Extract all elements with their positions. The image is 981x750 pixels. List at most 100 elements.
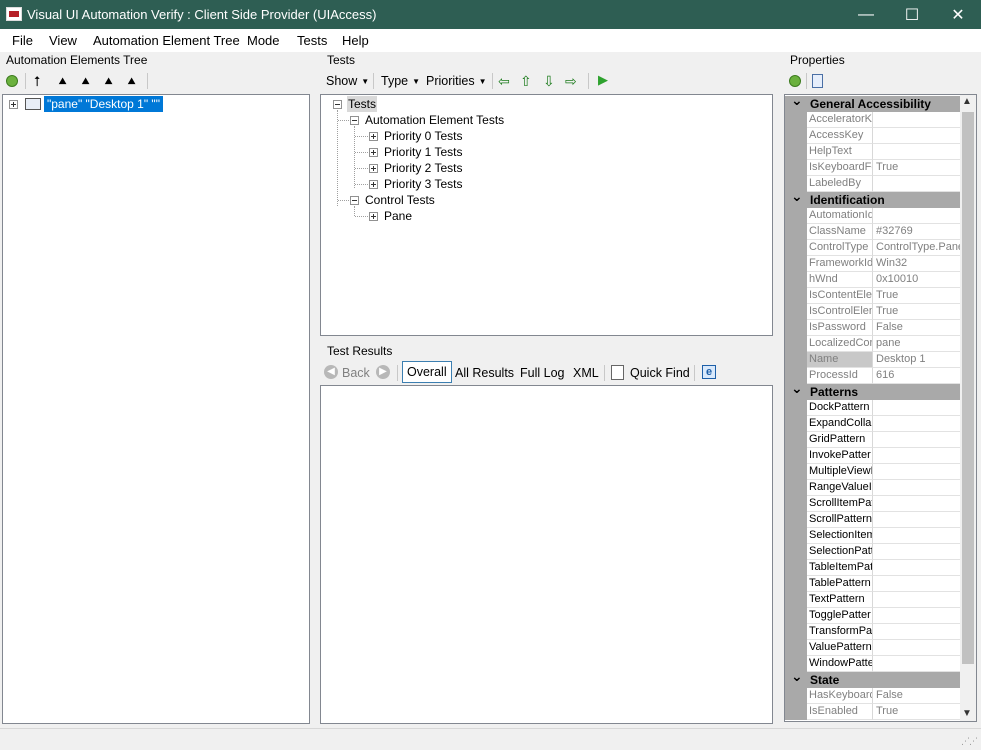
expand-icon[interactable] — [369, 180, 378, 189]
quick-find-button[interactable]: Quick Find — [630, 365, 690, 381]
tree-node-pane[interactable]: Pane — [384, 208, 412, 224]
internet-explorer-icon[interactable]: e — [702, 365, 716, 379]
quick-find-icon[interactable] — [611, 365, 624, 380]
property-row[interactable]: ValuePattern — [785, 640, 961, 656]
scroll-up-icon[interactable]: ▲ — [962, 96, 972, 107]
property-row[interactable]: ProcessId 616 — [785, 368, 961, 384]
priorities-dropdown[interactable]: Priorities ▼ — [426, 73, 487, 89]
property-row[interactable]: ScrollPattern — [785, 512, 961, 528]
expand-icon[interactable] — [369, 212, 378, 221]
collapse-category-icon[interactable]: ⌄ — [791, 188, 803, 205]
property-row[interactable]: DockPattern — [785, 400, 961, 416]
property-row[interactable]: TableItemPat — [785, 560, 961, 576]
go-parent-icon[interactable]: ⭡ — [34, 74, 41, 88]
full-log-tab[interactable]: Full Log — [520, 365, 564, 381]
collapse-category-icon[interactable]: ⌄ — [791, 380, 803, 397]
scroll-down-icon[interactable]: ▼ — [962, 708, 972, 719]
property-row[interactable]: AccessKey — [785, 128, 961, 144]
property-row[interactable]: WindowPatte — [785, 656, 961, 672]
all-results-tab[interactable]: All Results — [455, 365, 514, 381]
menu-tests[interactable]: Tests — [297, 33, 327, 48]
show-dropdown[interactable]: Show ▼ — [326, 73, 369, 89]
menu-file[interactable]: File — [12, 33, 33, 48]
property-row[interactable]: IsContentEle True — [785, 288, 961, 304]
scrollbar-thumb[interactable] — [962, 112, 974, 664]
run-icon[interactable]: ▶ — [598, 73, 608, 87]
resize-grip-icon[interactable]: ⋰⋰ — [961, 736, 978, 747]
property-row[interactable]: SelectionItem — [785, 528, 961, 544]
tree-node-tests[interactable]: Tests — [347, 96, 378, 112]
property-row[interactable]: TablePattern — [785, 576, 961, 592]
property-row[interactable]: AcceleratorK — [785, 112, 961, 128]
collapse-category-icon[interactable]: ⌄ — [791, 668, 803, 685]
back-icon[interactable]: ◀ — [324, 365, 338, 379]
property-row[interactable]: Name Desktop 1 — [785, 352, 961, 368]
property-row[interactable]: TextPattern — [785, 592, 961, 608]
refresh-icon[interactable] — [6, 75, 18, 87]
property-pages-icon[interactable] — [812, 74, 823, 88]
property-row[interactable]: AutomationId — [785, 208, 961, 224]
left-arrow-icon[interactable]: ⇦ — [498, 74, 510, 88]
property-row[interactable]: IsEnabled True — [785, 704, 961, 720]
menu-mode[interactable]: Mode — [247, 33, 280, 48]
property-row[interactable]: ClassName #32769 — [785, 224, 961, 240]
automation-elements-tree[interactable]: "pane" "Desktop 1" "" — [2, 94, 310, 724]
property-row[interactable]: SelectionPatt — [785, 544, 961, 560]
xml-tab[interactable]: XML — [573, 365, 599, 381]
maximize-button[interactable]: ☐ — [889, 0, 935, 29]
property-row[interactable]: LabeledBy — [785, 176, 961, 192]
tree-node-priority-0[interactable]: Priority 0 Tests — [384, 128, 462, 144]
tree-node-automation-element-tests[interactable]: Automation Element Tests — [365, 112, 504, 128]
go-first-child-icon[interactable]: ⯅ — [57, 74, 68, 88]
tests-tree[interactable]: Tests Automation Element Tests Priority … — [320, 94, 773, 336]
expand-icon[interactable] — [369, 148, 378, 157]
collapse-category-icon[interactable]: ⌄ — [791, 95, 803, 109]
collapse-icon[interactable] — [350, 196, 359, 205]
property-row[interactable]: HasKeyboard False — [785, 688, 961, 704]
property-row[interactable]: GridPattern — [785, 432, 961, 448]
expand-icon[interactable] — [369, 132, 378, 141]
property-row[interactable]: ExpandCollap — [785, 416, 961, 432]
tree-node-priority-1[interactable]: Priority 1 Tests — [384, 144, 462, 160]
tree-node-priority-3[interactable]: Priority 3 Tests — [384, 176, 462, 192]
property-category[interactable]: ⌄ Patterns — [785, 380, 961, 400]
property-row[interactable]: IsPassword False — [785, 320, 961, 336]
property-row[interactable]: TogglePatter — [785, 608, 961, 624]
property-row[interactable]: LocalizedCor pane — [785, 336, 961, 352]
right-arrow-icon[interactable]: ⇨ — [565, 74, 577, 88]
expand-icon[interactable] — [369, 164, 378, 173]
tree-node-priority-2[interactable]: Priority 2 Tests — [384, 160, 462, 176]
type-dropdown[interactable]: Type ▼ — [381, 73, 420, 89]
go-last-child-icon[interactable]: ⯅ — [126, 74, 137, 88]
close-button[interactable]: ✕ — [935, 0, 981, 29]
property-grid[interactable]: ⌄ General Accessibility AcceleratorK Access… — [784, 94, 977, 722]
property-row[interactable]: ControlType ControlType.Pane — [785, 240, 961, 256]
tree-node-desktop[interactable]: "pane" "Desktop 1" "" — [44, 96, 163, 112]
property-row[interactable]: MultipleViewI — [785, 464, 961, 480]
property-category[interactable]: ⌄ Identification — [785, 188, 961, 208]
menu-view[interactable]: View — [49, 33, 77, 48]
property-row[interactable]: hWnd 0x10010 — [785, 272, 961, 288]
property-row[interactable]: InvokePatter — [785, 448, 961, 464]
minimize-button[interactable]: — — [843, 0, 889, 29]
property-category[interactable]: ⌄ State — [785, 668, 961, 688]
go-previous-sibling-icon[interactable]: ⯅ — [103, 74, 114, 88]
property-row[interactable]: TransformPat — [785, 624, 961, 640]
go-next-sibling-icon[interactable]: ⯅ — [80, 74, 91, 88]
tree-node-control-tests[interactable]: Control Tests — [365, 192, 435, 208]
overall-tab[interactable]: Overall — [402, 361, 452, 383]
refresh-properties-icon[interactable] — [789, 75, 801, 87]
property-row[interactable]: RangeValueI — [785, 480, 961, 496]
property-row[interactable]: IsControlElem True — [785, 304, 961, 320]
collapse-icon[interactable] — [333, 100, 342, 109]
expand-icon[interactable] — [9, 100, 18, 109]
property-row[interactable]: ScrollItemPat — [785, 496, 961, 512]
down-arrow-icon[interactable]: ⇩ — [543, 74, 555, 88]
property-row[interactable]: FrameworkId Win32 — [785, 256, 961, 272]
property-row[interactable]: HelpText — [785, 144, 961, 160]
menu-automation-element-tree[interactable]: Automation Element Tree — [93, 33, 240, 48]
property-row[interactable]: IsKeyboardFo True — [785, 160, 961, 176]
back-button[interactable]: Back — [342, 365, 370, 381]
property-category[interactable]: ⌄ General Accessibility — [785, 95, 961, 112]
menu-help[interactable]: Help — [342, 33, 369, 48]
